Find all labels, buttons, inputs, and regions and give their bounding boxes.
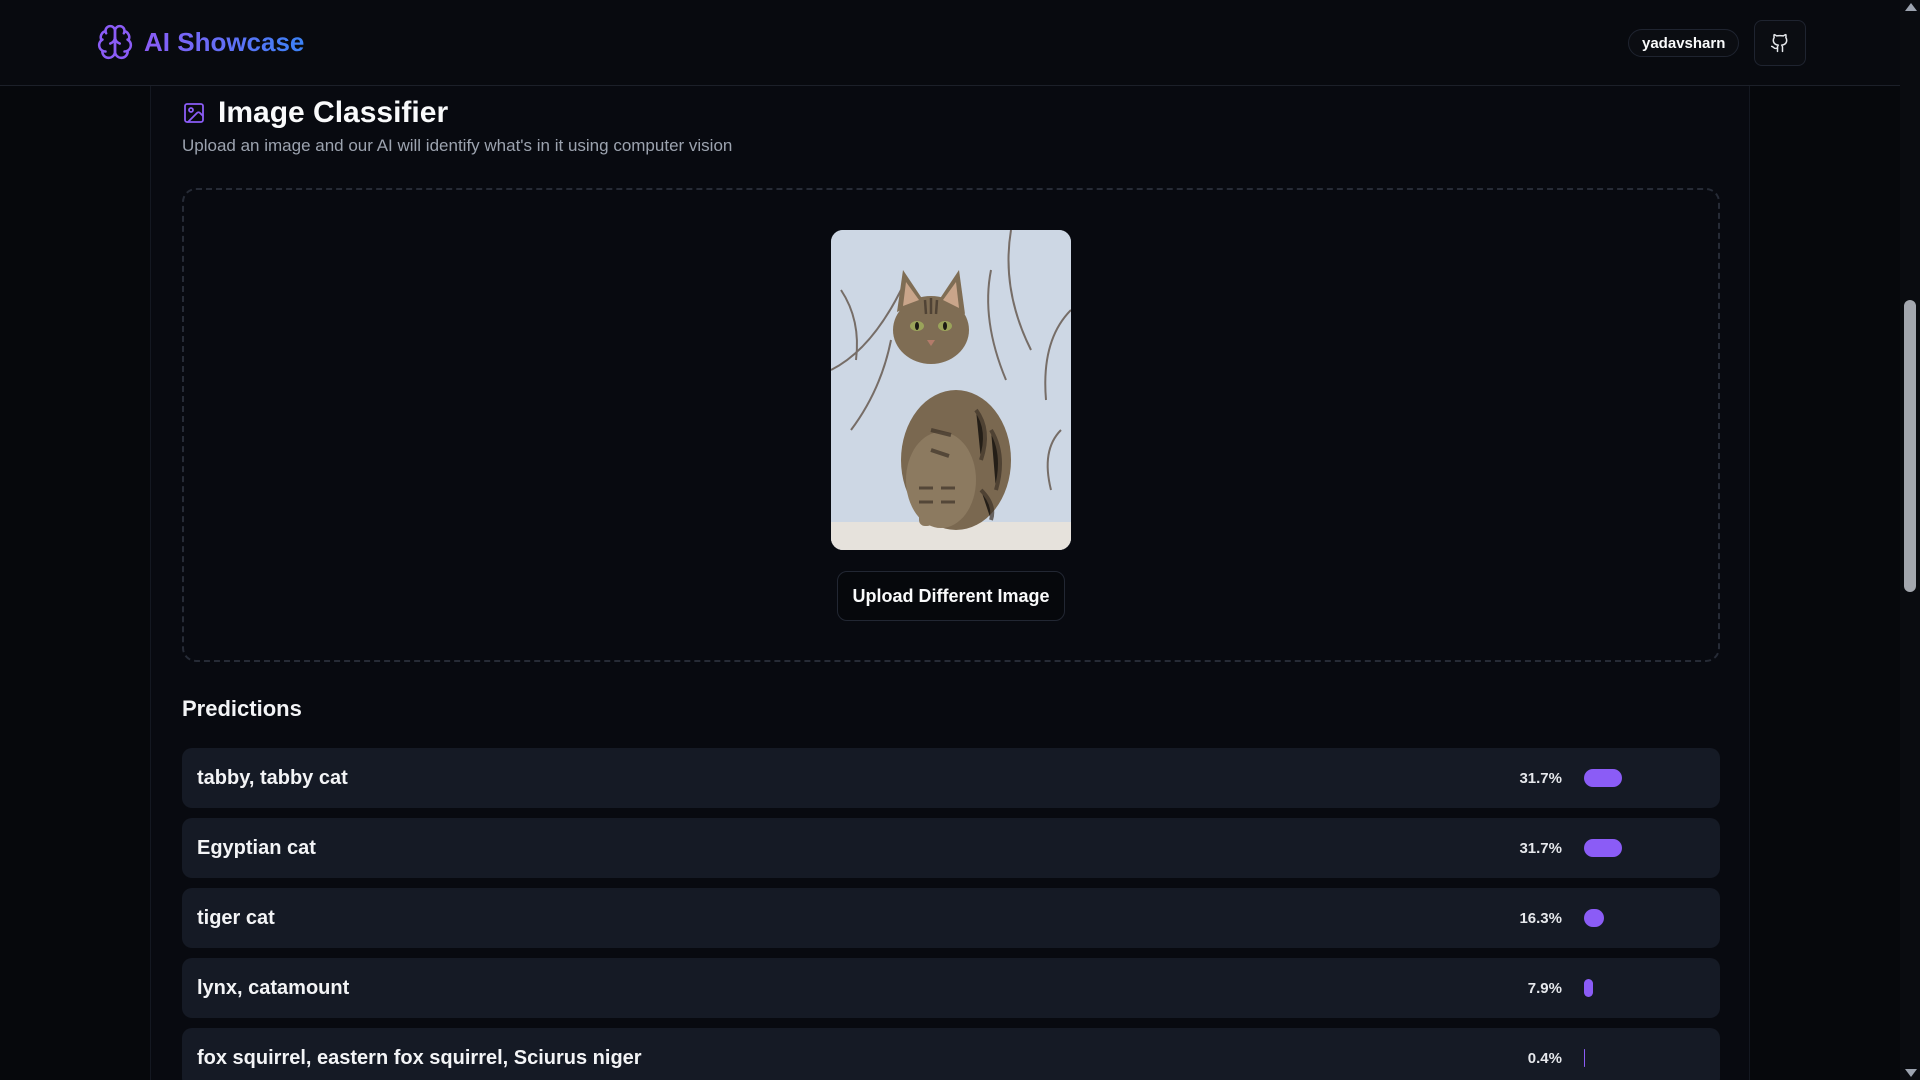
predictions-heading: Predictions: [182, 696, 302, 721]
prediction-row: lynx, catamount 7.9%: [182, 958, 1720, 1018]
prediction-bar: [1584, 909, 1604, 927]
classifier-title-row: Image Classifier: [182, 96, 448, 130]
prediction-percent: 16.3%: [1519, 909, 1562, 927]
brain-icon: [97, 24, 133, 60]
upload-different-image-button[interactable]: Upload Different Image: [837, 571, 1065, 621]
prediction-bar-track: [1584, 769, 1704, 787]
predictions-list: tabby, tabby cat 31.7% Egyptian cat 31.7…: [182, 748, 1720, 1080]
prediction-label: lynx, catamount: [197, 976, 350, 999]
github-button[interactable]: [1754, 20, 1806, 66]
page-scrollbar[interactable]: [1900, 0, 1920, 1080]
page-title: Image Classifier: [218, 96, 449, 129]
prediction-label: Egyptian cat: [197, 836, 316, 859]
prediction-bar: [1584, 769, 1622, 787]
top-nav: AI Showcase yadavsharn: [0, 0, 1900, 86]
prediction-percent: 0.4%: [1527, 1049, 1562, 1067]
prediction-percent: 31.7%: [1519, 769, 1562, 787]
prediction-label: tiger cat: [197, 906, 275, 929]
brand-title: AI Showcase: [144, 26, 305, 57]
user-name-badge[interactable]: yadavsharn: [1628, 29, 1740, 57]
prediction-bar-track: [1584, 1049, 1704, 1067]
scroll-down-arrow-icon[interactable]: [1905, 1069, 1917, 1077]
prediction-label: tabby, tabby cat: [197, 766, 348, 789]
scrollbar-thumb[interactable]: [1904, 300, 1916, 592]
prediction-percent: 7.9%: [1527, 979, 1562, 997]
prediction-bar: [1584, 839, 1622, 857]
page-subtitle: Upload an image and our AI will identify…: [182, 136, 733, 155]
prediction-bar-track: [1584, 979, 1704, 997]
prediction-bar: [1584, 979, 1593, 997]
prediction-row: tiger cat 16.3%: [182, 888, 1720, 948]
prediction-row: tabby, tabby cat 31.7%: [182, 748, 1720, 808]
prediction-bar: [1584, 1049, 1585, 1067]
scroll-up-arrow-icon[interactable]: [1905, 3, 1917, 11]
github-icon: [1770, 33, 1788, 53]
prediction-label: fox squirrel, eastern fox squirrel, Sciu…: [197, 1046, 642, 1069]
prediction-bar-track: [1584, 839, 1704, 857]
prediction-row: Egyptian cat 31.7%: [182, 818, 1720, 878]
prediction-percent: 31.7%: [1519, 839, 1562, 857]
brand[interactable]: AI Showcase: [96, 23, 304, 61]
prediction-row: fox squirrel, eastern fox squirrel, Sciu…: [182, 1028, 1720, 1080]
cat-photo: [831, 230, 1071, 550]
prediction-bar-track: [1584, 909, 1704, 927]
uploaded-image-preview: [831, 230, 1071, 550]
page: AI Showcase yadavsharn Image Classifier …: [0, 0, 1920, 1080]
image-icon: [184, 103, 204, 123]
